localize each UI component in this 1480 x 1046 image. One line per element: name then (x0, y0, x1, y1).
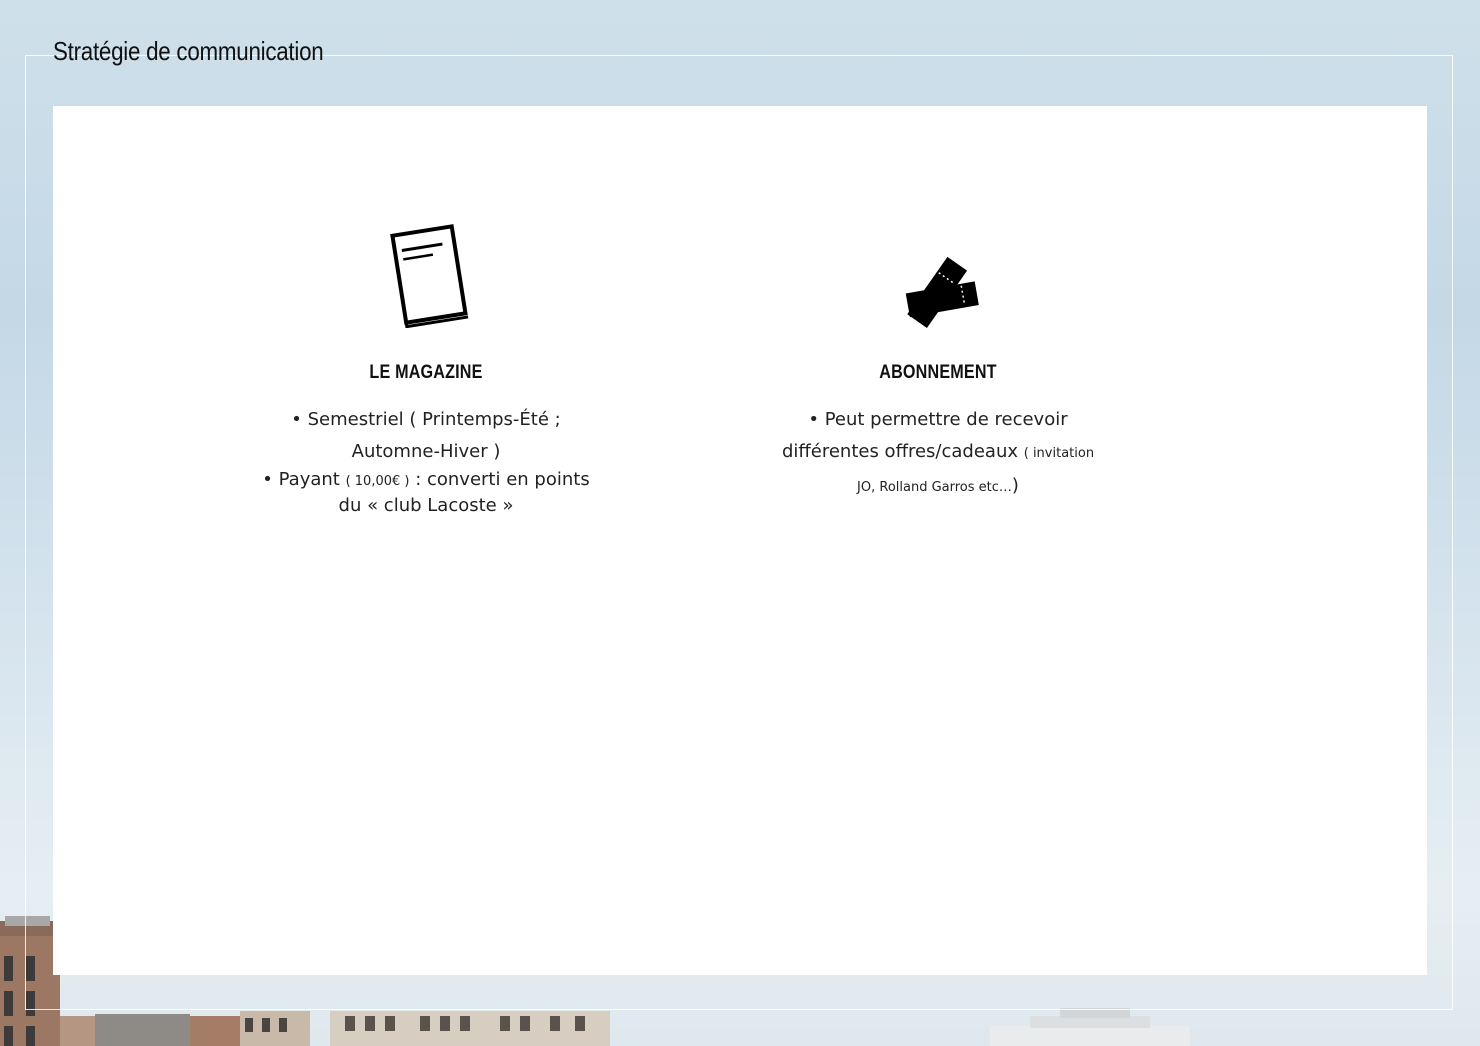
invitation-note: ( invitation (1023, 446, 1095, 461)
points-text: : converti en points (409, 469, 590, 490)
offers-text: différentes offres/cadeaux (781, 441, 1024, 462)
subscription-line-3: JO, Rolland Garros etc…) (748, 470, 1128, 504)
subscription-section: ABONNEMENT • Peut permettre de recevoir … (748, 218, 1128, 504)
magazine-heading: LE MAGAZINE (369, 362, 483, 383)
magazine-section: LE MAGAZINE • Semestriel ( Printemps-Été… (236, 218, 616, 518)
subscription-description: • Peut permettre de recevoir différentes… (748, 404, 1128, 504)
magazine-icon (236, 218, 616, 328)
payant-label: • Payant (262, 469, 346, 490)
closing-paren: ) (1011, 475, 1019, 496)
magazine-line-2: Automne-Hiver ) (351, 441, 501, 462)
price-note: ( 10,00€ ) (345, 474, 410, 489)
magazine-line-4: du « club Lacoste » (338, 495, 514, 516)
events-note: JO, Rolland Garros etc… (857, 480, 1012, 495)
subscription-line-2: différentes offres/cadeaux ( invitation (748, 436, 1128, 470)
magazine-description: • Semestriel ( Printemps-Été ; Automne-H… (236, 404, 616, 518)
subscription-line-1: • Peut permettre de recevoir (808, 409, 1068, 430)
tickets-icon (748, 218, 1128, 328)
magazine-line-1: • Semestriel ( Printemps-Été ; (291, 409, 561, 430)
magazine-line-3: • Payant ( 10,00€ ) : converti en points (236, 468, 616, 494)
page-title: Stratégie de communication (53, 36, 324, 66)
subscription-heading: ABONNEMENT (879, 362, 997, 383)
